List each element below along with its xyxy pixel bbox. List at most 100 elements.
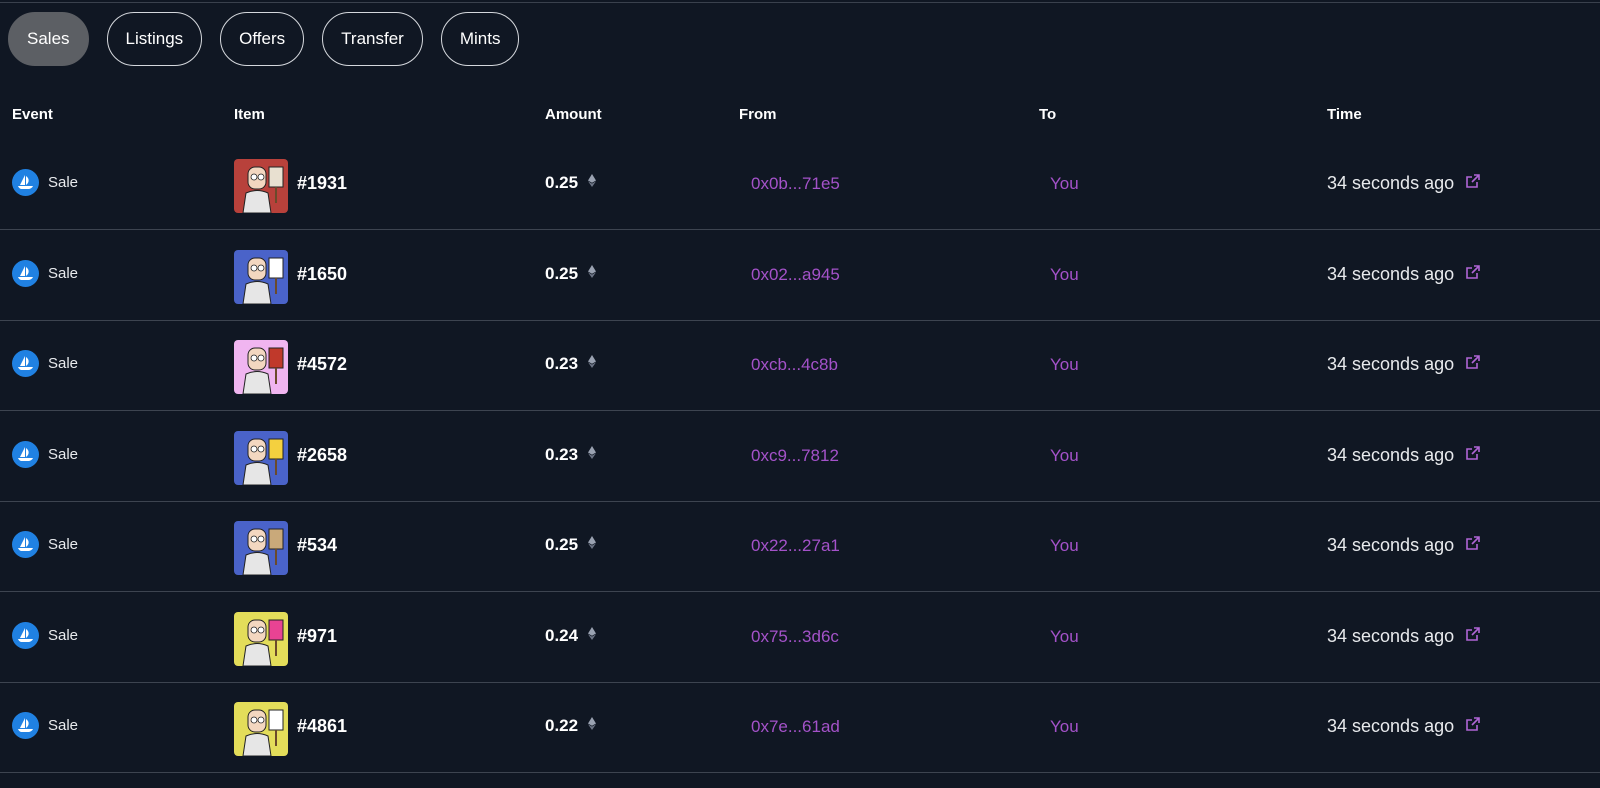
amount-value: 0.25: [545, 263, 579, 283]
external-link-icon[interactable]: [1465, 716, 1481, 737]
column-header-event: Event: [12, 106, 53, 123]
time-ago: 34 seconds ago: [1327, 173, 1455, 193]
amount-value: 0.22: [545, 716, 579, 735]
event-label: Sale: [48, 174, 79, 191]
column-header-item: Item: [234, 106, 265, 123]
item-thumbnail[interactable]: [234, 521, 288, 575]
eth-icon: [588, 626, 597, 645]
external-link-icon[interactable]: [1465, 535, 1481, 556]
time-cell: 34 seconds ago: [1327, 626, 1481, 647]
amount-cell: 0.23: [545, 354, 597, 374]
tab-listings[interactable]: Listings: [106, 12, 203, 66]
time-ago: 34 seconds ago: [1327, 535, 1455, 555]
item-id[interactable]: #4572: [297, 354, 347, 375]
table-row[interactable]: Sale #4861 0.22 0x7e...61ad You 34 seconds ag…: [0, 683, 1600, 773]
amount-cell: 0.23: [545, 445, 597, 465]
external-link-icon[interactable]: [1465, 264, 1481, 285]
tab-sales[interactable]: Sales: [8, 12, 89, 66]
from-address-link[interactable]: 0x75...3d6c: [751, 627, 839, 647]
from-address-link[interactable]: 0x22...27a1: [751, 536, 840, 556]
from-address-link[interactable]: 0xcb...4c8b: [751, 355, 838, 375]
to-address-link[interactable]: You: [1050, 265, 1079, 285]
row-divider: [0, 772, 1600, 773]
table-row[interactable]: Sale #534 0.25 0x22...27a1 You 34 seconds ago: [0, 502, 1600, 592]
tab-offers[interactable]: Offers: [220, 12, 305, 66]
from-address-link[interactable]: 0xc9...7812: [751, 446, 839, 466]
tab-mints[interactable]: Mints: [440, 12, 520, 66]
external-link-icon[interactable]: [1465, 445, 1481, 466]
item-id[interactable]: #4861: [297, 716, 347, 737]
top-divider: [0, 2, 1600, 3]
time-ago: 34 seconds ago: [1327, 354, 1455, 374]
item-id[interactable]: #534: [297, 535, 337, 556]
opensea-icon: [12, 259, 39, 287]
opensea-icon: [12, 712, 39, 739]
activity-filter-tabs: Sales Listings Offers Transfer Mints: [8, 12, 520, 66]
from-address-link[interactable]: 0x02...a945: [751, 265, 840, 285]
time-cell: 34 seconds ago: [1327, 354, 1481, 375]
table-row[interactable]: Sale #1931 0.25 0x0b...71e5 You 34 seconds ag…: [0, 140, 1600, 230]
from-address-link[interactable]: 0x7e...61ad: [751, 717, 840, 737]
tab-transfer[interactable]: Transfer: [322, 12, 423, 66]
amount-cell: 0.22: [545, 716, 597, 736]
time-ago: 34 seconds ago: [1327, 625, 1455, 646]
event-label: Sale: [48, 626, 79, 644]
eth-icon: [588, 355, 597, 373]
item-thumbnail[interactable]: [234, 611, 288, 666]
event-label: Sale: [48, 445, 79, 463]
opensea-icon: [12, 440, 39, 468]
eth-icon: [588, 174, 597, 192]
time-cell: 34 seconds ago: [1327, 716, 1481, 737]
amount-cell: 0.25: [545, 173, 597, 193]
event-label: Sale: [48, 536, 79, 553]
event-cell: Sale: [12, 621, 79, 649]
time-ago: 34 seconds ago: [1327, 263, 1455, 284]
to-address-link[interactable]: You: [1050, 717, 1079, 737]
event-cell: Sale: [12, 350, 78, 377]
table-row[interactable]: Sale #971 0.24 0x75...3d6c You 34 seconds ago: [0, 593, 1600, 683]
from-address-link[interactable]: 0x0b...71e5: [751, 174, 840, 194]
item-thumbnail[interactable]: [234, 249, 288, 304]
eth-icon: [588, 536, 597, 554]
item-thumbnail[interactable]: [234, 702, 288, 756]
event-cell: Sale: [12, 531, 78, 558]
to-address-link[interactable]: You: [1050, 536, 1079, 556]
table-row[interactable]: Sale #1650 0.25 0x02...a945 You 34 seconds ag…: [0, 231, 1600, 321]
opensea-icon: [12, 621, 39, 649]
amount-value: 0.23: [545, 354, 579, 373]
amount-cell: 0.25: [545, 263, 597, 284]
to-address-link[interactable]: You: [1050, 174, 1079, 194]
opensea-icon: [12, 350, 39, 377]
amount-value: 0.24: [545, 625, 579, 645]
item-id[interactable]: #2658: [297, 445, 347, 466]
item-id[interactable]: #971: [297, 626, 337, 647]
item-thumbnail[interactable]: [234, 430, 288, 485]
column-header-to: To: [1039, 106, 1057, 123]
item-thumbnail[interactable]: [234, 340, 288, 394]
external-link-icon[interactable]: [1465, 626, 1481, 647]
event-cell: Sale: [12, 712, 78, 739]
item-thumbnail[interactable]: [234, 159, 288, 213]
opensea-icon: [12, 169, 39, 196]
event-cell: Sale: [12, 259, 79, 287]
to-address-link[interactable]: You: [1050, 355, 1079, 375]
event-cell: Sale: [12, 169, 78, 196]
event-label: Sale: [48, 355, 79, 372]
time-ago: 34 seconds ago: [1327, 716, 1455, 736]
to-address-link[interactable]: You: [1050, 446, 1079, 466]
event-label: Sale: [48, 717, 79, 734]
to-address-link[interactable]: You: [1050, 627, 1079, 647]
item-id[interactable]: #1650: [297, 264, 347, 285]
time-cell: 34 seconds ago: [1327, 264, 1481, 285]
amount-value: 0.25: [545, 173, 579, 192]
time-cell: 34 seconds ago: [1327, 535, 1481, 556]
table-row[interactable]: Sale #2658 0.23 0xc9...7812 You 34 seconds ag…: [0, 412, 1600, 502]
item-id[interactable]: #1931: [297, 173, 347, 194]
amount-cell: 0.25: [545, 535, 597, 555]
event-label: Sale: [48, 264, 79, 282]
column-header-from: From: [739, 106, 777, 123]
table-row[interactable]: Sale #4572 0.23 0xcb...4c8b You 34 seconds ag…: [0, 321, 1600, 411]
opensea-icon: [12, 531, 39, 558]
external-link-icon[interactable]: [1465, 354, 1481, 375]
external-link-icon[interactable]: [1465, 173, 1481, 194]
